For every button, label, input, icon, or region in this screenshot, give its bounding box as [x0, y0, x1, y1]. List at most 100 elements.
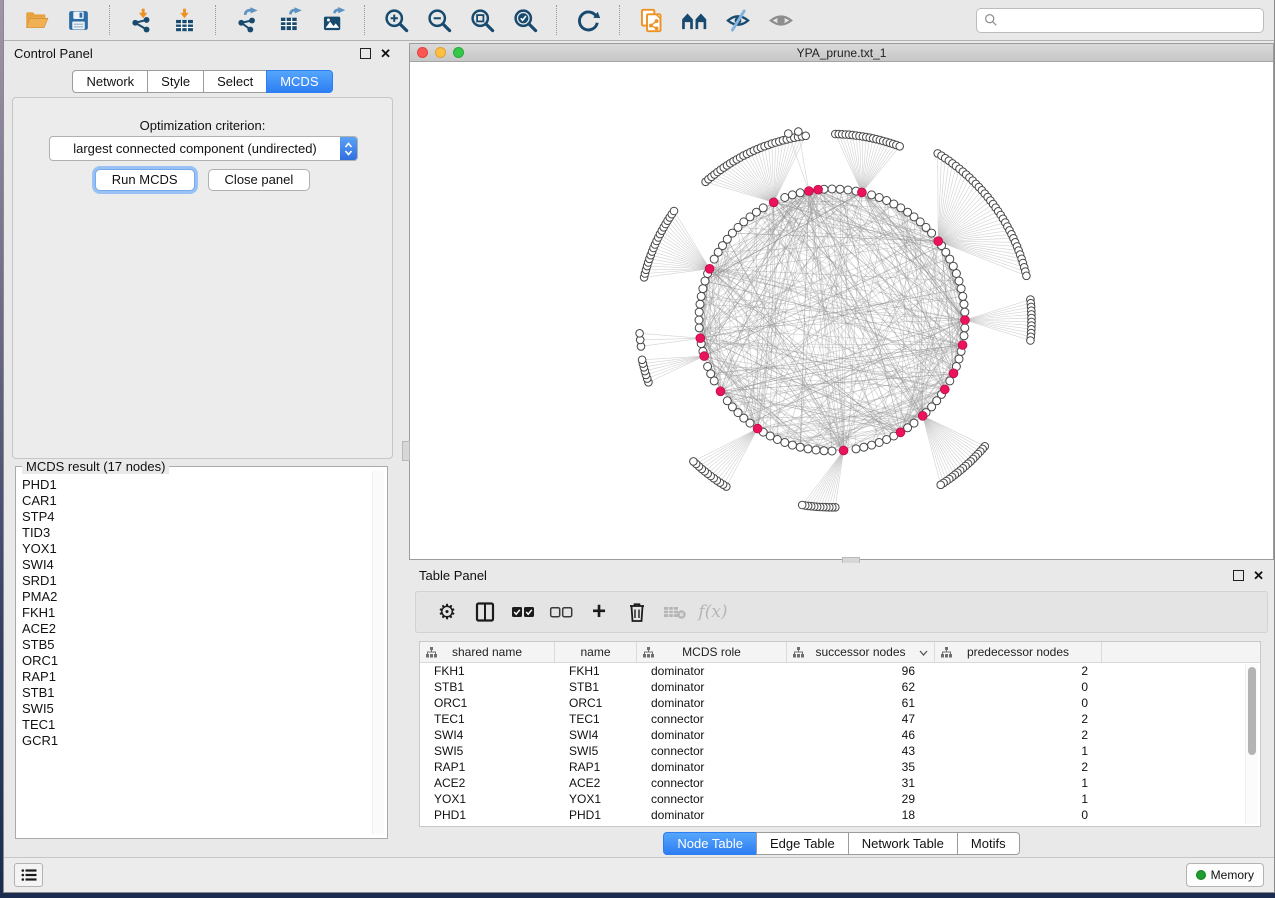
- mcds-result-item[interactable]: PMA2: [22, 589, 371, 605]
- scrollbar-thumb[interactable]: [1248, 667, 1256, 755]
- mcds-result-item[interactable]: RAP1: [22, 669, 371, 685]
- tab-edge-table[interactable]: Edge Table: [756, 832, 849, 855]
- first-neighbors-icon[interactable]: [673, 3, 716, 37]
- mcds-result-item[interactable]: GCR1: [22, 733, 371, 749]
- mcds-result-item[interactable]: ORC1: [22, 653, 371, 669]
- mcds-result-item[interactable]: ACE2: [22, 621, 371, 637]
- table-panel: Table Panel ✕ ⚙: [409, 563, 1274, 857]
- clone-network-icon[interactable]: [630, 3, 673, 37]
- search-field[interactable]: [976, 8, 1264, 33]
- mcds-result-item[interactable]: TID3: [22, 525, 371, 541]
- mcds-result-list[interactable]: PHD1CAR1STP4TID3YOX1SWI4SRD1PMA2FKH1ACE2…: [22, 477, 371, 834]
- table-row[interactable]: TEC1TEC1connector472: [420, 711, 1260, 727]
- splitter-grip[interactable]: [402, 441, 410, 461]
- cell-shared-name: TEC1: [420, 711, 555, 727]
- column-header-predecessor-nodes[interactable]: predecessor nodes: [935, 642, 1102, 662]
- import-table-icon[interactable]: [163, 3, 206, 37]
- mcds-result-item[interactable]: STP4: [22, 509, 371, 525]
- table-row[interactable]: SWI5SWI5connector431: [420, 743, 1260, 759]
- cell-MCDS-role: connector: [637, 711, 787, 727]
- tab-network[interactable]: Network: [72, 70, 148, 93]
- add-column-icon[interactable]: +: [580, 596, 618, 628]
- search-input[interactable]: [1003, 12, 1256, 29]
- close-panel-icon[interactable]: ✕: [380, 47, 391, 60]
- deselect-all-icon[interactable]: [542, 596, 580, 628]
- close-panel-icon[interactable]: ✕: [1253, 569, 1264, 582]
- hide-selected-icon[interactable]: [716, 3, 759, 37]
- mcds-result-item[interactable]: FKH1: [22, 605, 371, 621]
- table-row[interactable]: ORC1ORC1dominator610: [420, 695, 1260, 711]
- zoom-out-icon[interactable]: [418, 3, 461, 37]
- export-network-icon[interactable]: [226, 3, 269, 37]
- column-header-successor-nodes[interactable]: successor nodes: [787, 642, 935, 662]
- table-row[interactable]: YOX1YOX1connector291: [420, 791, 1260, 807]
- column-header-MCDS-role[interactable]: MCDS role: [637, 642, 787, 662]
- float-panel-icon[interactable]: [360, 48, 371, 59]
- network-graph[interactable]: [410, 62, 1275, 559]
- network-canvas[interactable]: [410, 62, 1273, 559]
- mcds-result-item[interactable]: PHD1: [22, 477, 371, 493]
- vertical-splitter[interactable]: [401, 41, 409, 857]
- zoom-fit-icon[interactable]: [461, 3, 504, 37]
- show-columns-icon[interactable]: [466, 596, 504, 628]
- mcds-result-item[interactable]: STB1: [22, 685, 371, 701]
- task-history-button[interactable]: [14, 863, 43, 887]
- mcds-result-item[interactable]: TEC1: [22, 717, 371, 733]
- table-settings-icon[interactable]: ⚙: [428, 596, 466, 628]
- show-all-icon[interactable]: [759, 3, 802, 37]
- mcds-result-item[interactable]: CAR1: [22, 493, 371, 509]
- table-row[interactable]: PHD1PHD1dominator180: [420, 807, 1260, 823]
- tab-style[interactable]: Style: [147, 70, 204, 93]
- table-toolbar: ⚙ + f: [415, 591, 1268, 633]
- table-body: FKH1FKH1dominator962STB1STB1dominator620…: [420, 663, 1260, 823]
- mcds-result-item[interactable]: SWI5: [22, 701, 371, 717]
- table-row[interactable]: ACE2ACE2connector311: [420, 775, 1260, 791]
- mcds-result-group: MCDS result (17 nodes) PHD1CAR1STP4TID3Y…: [15, 466, 388, 839]
- cell-name: FKH1: [555, 663, 637, 679]
- export-image-icon[interactable]: [312, 3, 355, 37]
- zoom-in-icon[interactable]: [375, 3, 418, 37]
- memory-button[interactable]: Memory: [1186, 863, 1264, 887]
- mcds-list-scrollbar[interactable]: [372, 471, 384, 834]
- export-table-icon[interactable]: [269, 3, 312, 37]
- open-file-icon[interactable]: [14, 3, 57, 37]
- tab-mcds[interactable]: MCDS: [266, 70, 332, 93]
- table-row[interactable]: RAP1RAP1dominator352: [420, 759, 1260, 775]
- cell-MCDS-role: dominator: [637, 663, 787, 679]
- cell-shared-name: FKH1: [420, 663, 555, 679]
- cell-shared-name: RAP1: [420, 759, 555, 775]
- delete-table-icon[interactable]: [656, 596, 694, 628]
- column-header-name[interactable]: name: [555, 642, 637, 662]
- save-session-icon[interactable]: [57, 3, 100, 37]
- cell-predecessor-nodes: 2: [935, 711, 1102, 727]
- tab-motifs[interactable]: Motifs: [957, 832, 1020, 855]
- column-header-shared-name[interactable]: shared name: [420, 642, 555, 662]
- cell-MCDS-role: dominator: [637, 727, 787, 743]
- mcds-result-item[interactable]: STB5: [22, 637, 371, 653]
- mcds-result-item[interactable]: SRD1: [22, 573, 371, 589]
- delete-column-icon[interactable]: [618, 596, 656, 628]
- memory-status-icon: [1196, 870, 1206, 880]
- table-row[interactable]: SWI4SWI4dominator462: [420, 727, 1260, 743]
- table-scrollbar[interactable]: [1245, 664, 1258, 824]
- select-all-icon[interactable]: [504, 596, 542, 628]
- tab-network-table[interactable]: Network Table: [848, 832, 958, 855]
- cell-MCDS-role: dominator: [637, 695, 787, 711]
- mcds-result-item[interactable]: SWI4: [22, 557, 371, 573]
- node-table[interactable]: shared namenameMCDS rolesuccessor nodesp…: [419, 641, 1261, 827]
- run-mcds-button[interactable]: Run MCDS: [95, 169, 195, 191]
- function-builder-icon[interactable]: f(x): [694, 596, 732, 628]
- apply-layout-icon[interactable]: [567, 3, 610, 37]
- float-panel-icon[interactable]: [1233, 570, 1244, 581]
- close-panel-button[interactable]: Close panel: [208, 169, 311, 191]
- network-window-titlebar[interactable]: YPA_prune.txt_1: [410, 44, 1273, 62]
- tab-node-table[interactable]: Node Table: [663, 832, 757, 855]
- criterion-dropdown[interactable]: largest connected component (undirected): [49, 136, 358, 161]
- tab-select[interactable]: Select: [203, 70, 267, 93]
- table-row[interactable]: STB1STB1dominator620: [420, 679, 1260, 695]
- import-network-icon[interactable]: [120, 3, 163, 37]
- table-row[interactable]: FKH1FKH1dominator962: [420, 663, 1260, 679]
- list-icon: [21, 868, 37, 882]
- mcds-result-item[interactable]: YOX1: [22, 541, 371, 557]
- zoom-selected-icon[interactable]: [504, 3, 547, 37]
